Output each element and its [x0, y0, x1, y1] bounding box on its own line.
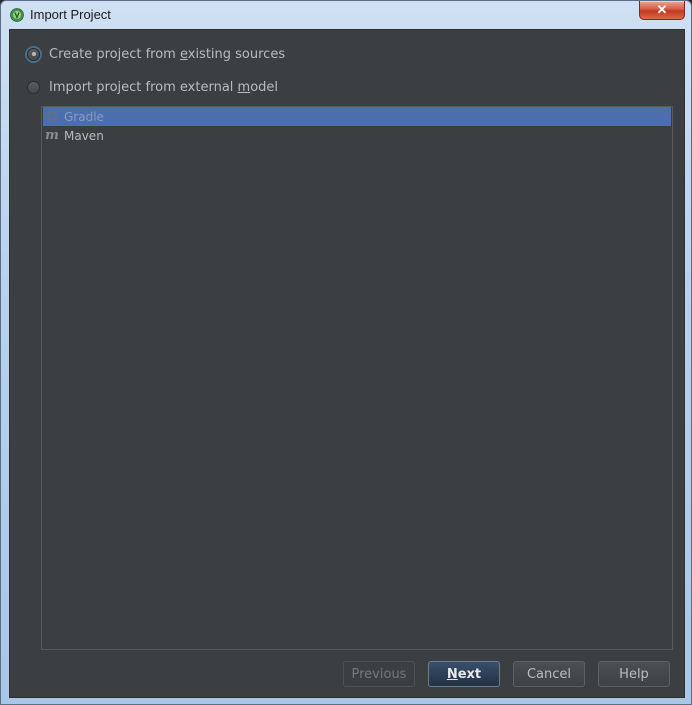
window-title: Import Project — [30, 7, 111, 22]
maven-icon: m — [45, 127, 59, 143]
title-bar[interactable]: Import Project ✕ — [1, 1, 691, 29]
close-button[interactable]: ✕ — [639, 1, 685, 20]
list-item-gradle[interactable]: Gradle — [43, 107, 671, 126]
gradle-label: Gradle — [64, 109, 104, 124]
import-external-model-label: Import project from external model — [49, 79, 279, 95]
previous-button[interactable]: Previous — [343, 661, 415, 687]
external-model-list[interactable]: Gradle m Maven — [41, 106, 673, 650]
option-create-from-sources[interactable]: Create project from existing sources — [27, 44, 285, 64]
create-from-sources-radio[interactable] — [27, 47, 40, 61]
help-button[interactable]: Help — [598, 661, 670, 687]
maven-label: Maven — [64, 128, 104, 143]
close-icon: ✕ — [656, 2, 668, 17]
create-from-sources-label: Create project from existing sources — [49, 46, 286, 62]
gradle-icon — [45, 110, 59, 124]
list-item-maven[interactable]: m Maven — [43, 126, 671, 145]
cancel-button[interactable]: Cancel — [513, 661, 585, 687]
import-project-dialog: Import Project ✕ Create project from exi… — [0, 0, 692, 705]
option-import-external-model[interactable]: Import project from external model — [27, 77, 278, 97]
next-button[interactable]: Next — [428, 661, 500, 687]
import-external-model-radio[interactable] — [27, 80, 40, 94]
dialog-content: Create project from existing sources Imp… — [9, 29, 685, 698]
android-studio-icon — [10, 8, 24, 22]
